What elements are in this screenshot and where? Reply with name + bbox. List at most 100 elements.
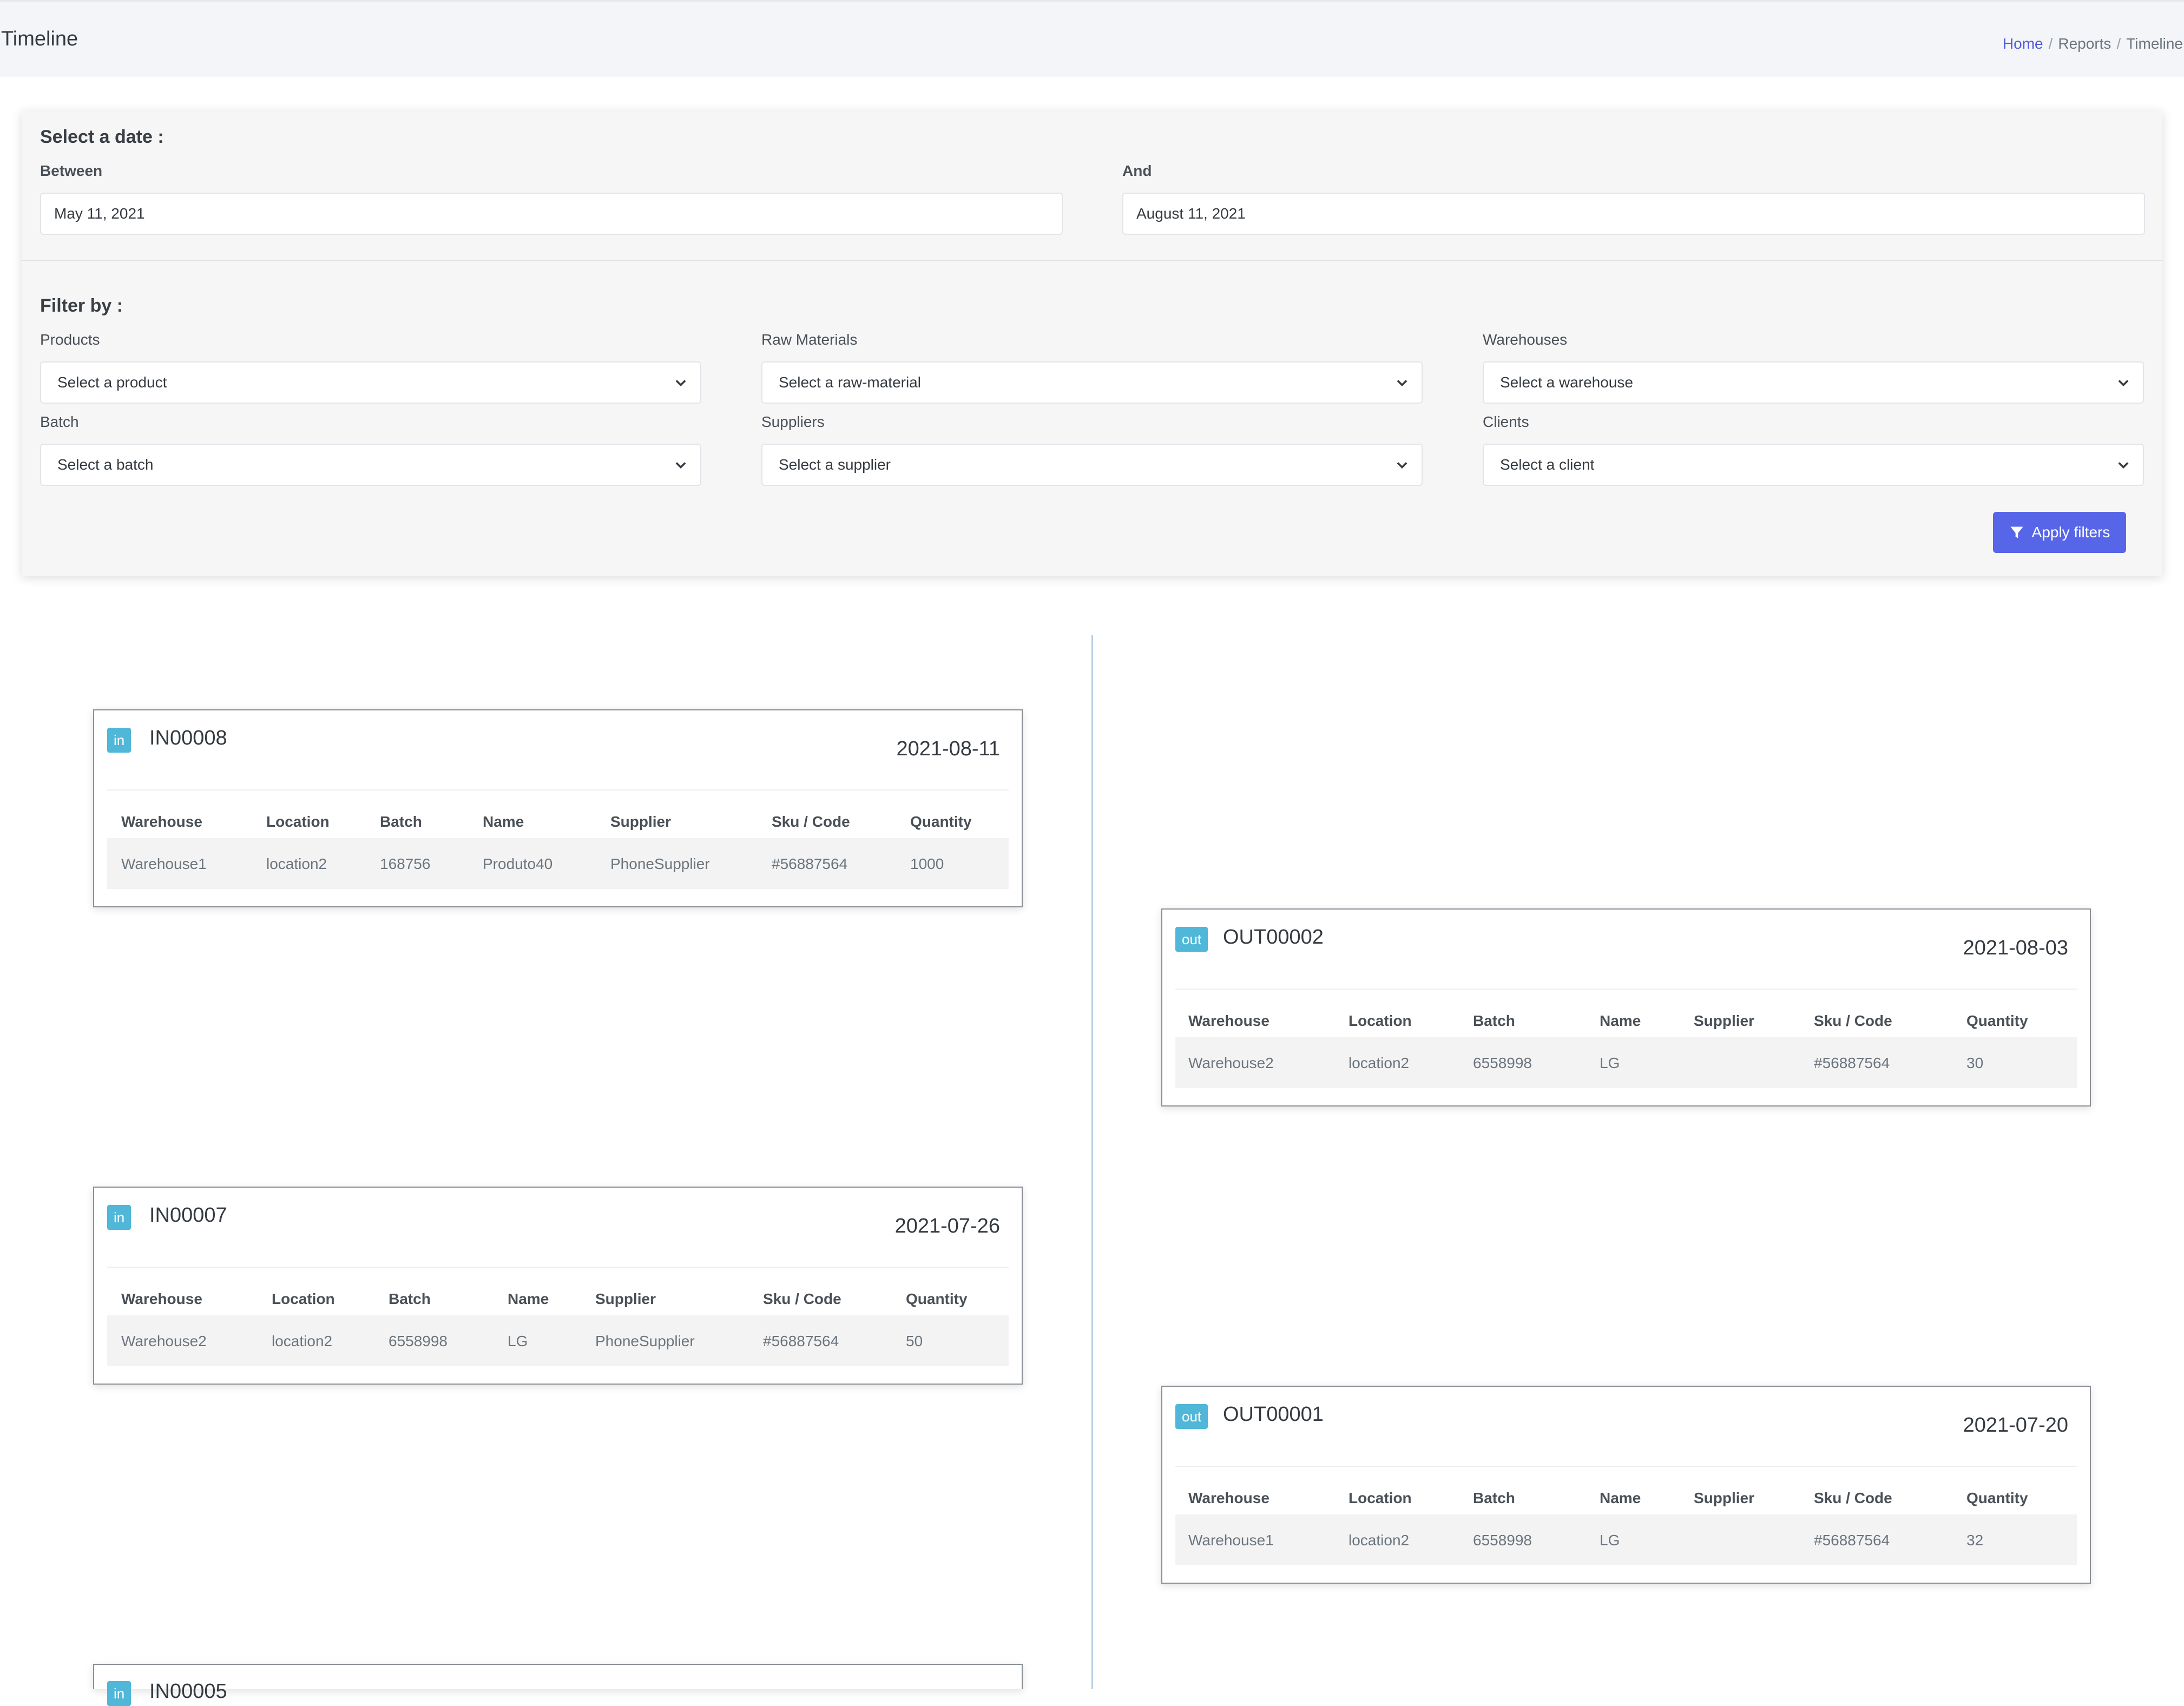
chevron-down-icon (675, 380, 686, 386)
clients-select[interactable]: Select a client (1483, 444, 2144, 486)
raw-materials-label: Raw Materials (761, 331, 858, 348)
filter-icon (2010, 526, 2023, 538)
clients-label: Clients (1483, 413, 1529, 430)
breadcrumb-home-link[interactable]: Home (2003, 35, 2043, 52)
timeline-event-card: in IN00007 2021-07-26 Warehouse Location… (93, 1187, 1023, 1385)
table-header-batch: Batch (380, 813, 422, 830)
between-date-input[interactable] (40, 193, 1063, 235)
apply-filters-button[interactable]: Apply filters (1993, 512, 2126, 553)
cell-quantity: 1000 (910, 855, 944, 872)
cell-name: Produto40 (483, 855, 553, 872)
table-row (107, 1315, 1009, 1366)
event-date: 2021-08-11 (896, 737, 1000, 760)
cell-sku: #56887564 (1814, 1055, 1890, 1071)
page-title: Timeline (1, 28, 78, 50)
table-row (107, 838, 1009, 889)
card-divider (107, 1267, 1009, 1268)
event-code: IN00008 (149, 727, 227, 749)
chevron-down-icon (2118, 462, 2129, 469)
suppliers-select-value: Select a supplier (779, 456, 891, 473)
filter-section-title: Filter by : (40, 295, 123, 316)
products-select-value: Select a product (57, 374, 167, 391)
table-header-sku: Sku / Code (1814, 1490, 1892, 1506)
filter-card: Select a date : Between And Filter by : … (22, 110, 2162, 576)
event-type-badge: in (107, 728, 131, 753)
table-header-supplier: Supplier (610, 813, 672, 830)
event-type-badge: in (107, 1681, 131, 1706)
cell-location: location2 (272, 1333, 333, 1349)
table-header-quantity: Quantity (1966, 1012, 2028, 1029)
warehouses-select[interactable]: Select a warehouse (1483, 361, 2144, 404)
warehouses-select-value: Select a warehouse (1500, 374, 1633, 391)
suppliers-label: Suppliers (761, 413, 825, 430)
breadcrumb: Home / Reports / Timeline (2003, 35, 2183, 52)
table-header-sku: Sku / Code (1814, 1012, 1892, 1029)
event-date: 2021-07-20 (1963, 1414, 2068, 1437)
batch-select[interactable]: Select a batch (40, 444, 701, 486)
timeline-event-card: out OUT00002 2021-08-03 Warehouse Locati… (1161, 908, 2091, 1106)
timeline-line (1091, 635, 1093, 1689)
event-code: IN00007 (149, 1204, 227, 1227)
event-type-badge: out (1175, 1404, 1208, 1429)
event-code: IN00005 (149, 1680, 227, 1703)
cell-sku: #56887564 (772, 855, 848, 872)
timeline-event-card: in IN00008 2021-08-11 Warehouse Location… (93, 709, 1023, 907)
table-header-warehouse: Warehouse (1188, 1490, 1269, 1506)
event-date: 2021-08-03 (1963, 937, 2068, 959)
and-label: And (1122, 162, 1152, 179)
table-header-warehouse: Warehouse (1188, 1012, 1269, 1029)
cell-warehouse: Warehouse1 (121, 855, 207, 872)
batch-select-value: Select a batch (57, 456, 154, 473)
cell-location: location2 (1348, 1532, 1410, 1549)
products-select[interactable]: Select a product (40, 361, 701, 404)
event-type-badge: out (1175, 927, 1208, 952)
raw-materials-select-value: Select a raw-material (779, 374, 921, 391)
warehouses-label: Warehouses (1483, 331, 1568, 348)
cell-quantity: 50 (906, 1333, 923, 1349)
table-header-warehouse: Warehouse (121, 1290, 202, 1307)
cell-warehouse: Warehouse2 (121, 1333, 207, 1349)
timeline-event-card: out OUT00001 2021-07-20 Warehouse Locati… (1161, 1386, 2091, 1584)
chevron-down-icon (2118, 380, 2129, 386)
breadcrumb-separator: / (2116, 35, 2121, 52)
table-header-name: Name (1600, 1012, 1641, 1029)
card-divider (1175, 1466, 2077, 1467)
event-date: 2021-07-26 (894, 1215, 1000, 1237)
table-header-supplier: Supplier (595, 1290, 656, 1307)
suppliers-select[interactable]: Select a supplier (761, 444, 1423, 486)
table-row (1175, 1514, 2077, 1565)
clients-select-value: Select a client (1500, 456, 1595, 473)
cell-batch: 6558998 (389, 1333, 448, 1349)
cell-supplier: PhoneSupplier (610, 855, 710, 872)
table-header-supplier: Supplier (1694, 1012, 1755, 1029)
cell-location: location2 (266, 855, 327, 872)
raw-materials-select[interactable]: Select a raw-material (761, 361, 1423, 404)
breadcrumb-reports-link[interactable]: Reports (2058, 35, 2111, 52)
cell-warehouse: Warehouse1 (1188, 1532, 1274, 1549)
timeline-event-card: in IN00005 (93, 1664, 1023, 1706)
card-divider (1175, 989, 2077, 990)
section-divider (22, 260, 2162, 261)
cell-sku: #56887564 (763, 1333, 839, 1349)
cell-name: LG (1600, 1055, 1620, 1071)
and-date-input[interactable] (1122, 193, 2145, 235)
cell-batch: 6558998 (1473, 1055, 1532, 1071)
event-code: OUT00001 (1223, 1403, 1324, 1426)
event-code: OUT00002 (1223, 926, 1324, 948)
cell-batch: 168756 (380, 855, 431, 872)
cell-quantity: 32 (1966, 1532, 1984, 1549)
table-header-name: Name (508, 1290, 549, 1307)
table-header-name: Name (1600, 1490, 1641, 1506)
chevron-down-icon (675, 462, 686, 469)
cell-warehouse: Warehouse2 (1188, 1055, 1274, 1071)
breadcrumb-current: Timeline (2126, 35, 2183, 52)
table-header-supplier: Supplier (1694, 1490, 1755, 1506)
table-header-location: Location (1348, 1012, 1412, 1029)
cell-batch: 6558998 (1473, 1532, 1532, 1549)
table-header-location: Location (272, 1290, 335, 1307)
table-header-batch: Batch (1473, 1490, 1515, 1506)
cell-name: LG (508, 1333, 528, 1349)
cell-supplier: PhoneSupplier (595, 1333, 695, 1349)
table-header-location: Location (266, 813, 330, 830)
cell-sku: #56887564 (1814, 1532, 1890, 1549)
